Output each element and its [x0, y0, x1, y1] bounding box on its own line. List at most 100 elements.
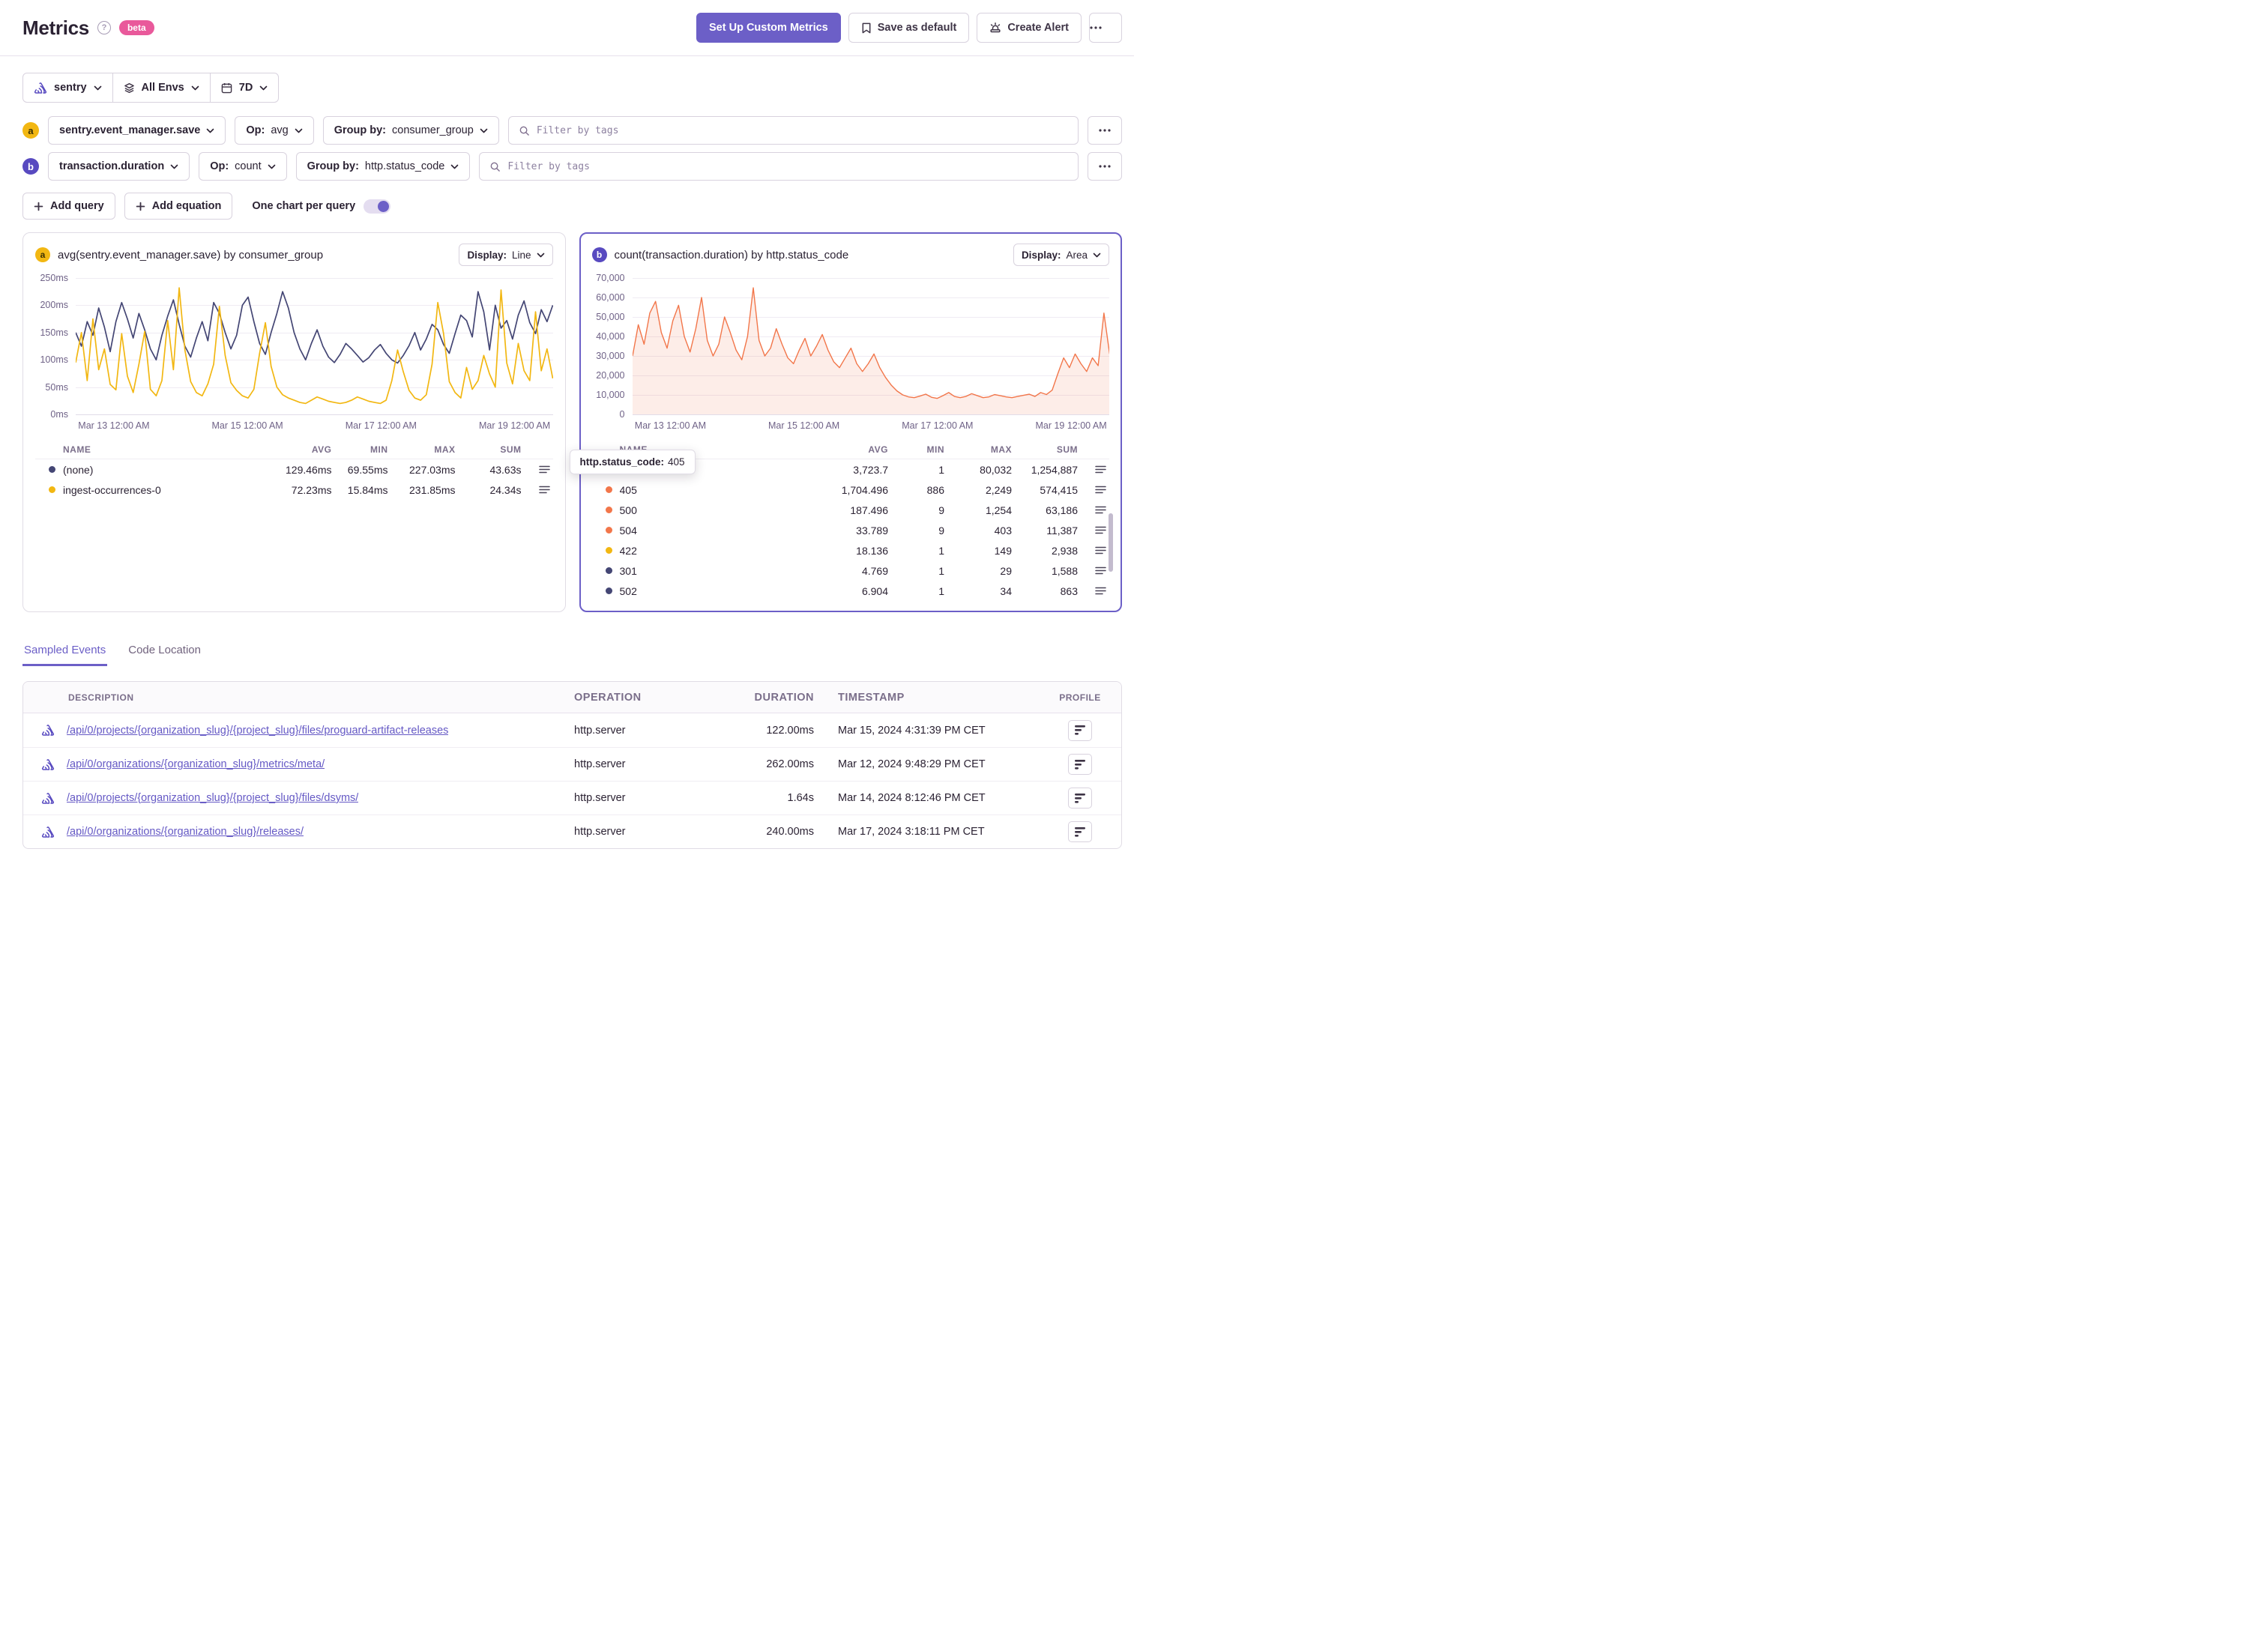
operation-select[interactable]: Op: count	[199, 152, 287, 181]
event-timestamp: Mar 17, 2024 3:18:11 PM CET	[838, 826, 985, 838]
row-menu-button[interactable]	[522, 486, 553, 494]
op-value: avg	[271, 124, 289, 136]
series-avg: 18.136	[856, 544, 888, 557]
metric-name: sentry.event_manager.save	[59, 124, 201, 136]
environment-filter-label: All Envs	[141, 82, 184, 94]
series-min: 1	[938, 584, 944, 597]
chevron-down-icon	[450, 164, 459, 169]
profile-button[interactable]	[1068, 788, 1092, 809]
profile-button[interactable]	[1068, 719, 1092, 741]
tag-filter-input[interactable]	[536, 124, 1068, 136]
operation-select[interactable]: Op: avg	[235, 116, 314, 145]
area-chart[interactable]	[632, 278, 1109, 415]
group-by-value: http.status_code	[364, 160, 445, 172]
series-avg: 6.904	[861, 584, 888, 597]
op-label: Op:	[246, 124, 265, 136]
summary-table-row[interactable]: (none) 129.46ms 69.55ms 227.03ms 43.63s	[35, 459, 553, 480]
scrollbar-thumb[interactable]	[1109, 513, 1113, 572]
beta-badge: beta	[118, 20, 154, 35]
row-menu-button[interactable]	[1078, 526, 1109, 534]
chart-title: avg(sentry.event_manager.save) by consum…	[58, 248, 324, 262]
summary-table-row[interactable]: ingest-occurrences-0 72.23ms 15.84ms 231.85…	[35, 480, 553, 500]
add-query-button[interactable]: Add query	[22, 193, 115, 220]
query-more-button[interactable]	[1088, 116, 1122, 145]
col-header-min: MIN	[926, 444, 944, 455]
create-alert-button[interactable]: Create Alert	[977, 13, 1082, 43]
event-description-link[interactable]: /api/0/organizations/{organization_slug}…	[67, 758, 325, 770]
one-chart-toggle[interactable]	[364, 199, 391, 214]
series-min: 9	[938, 504, 944, 516]
row-menu-button[interactable]	[522, 465, 553, 474]
display-type-select[interactable]: Display: Area	[1013, 244, 1109, 266]
series-min: 1	[938, 544, 944, 557]
save-as-default-button[interactable]: Save as default	[848, 13, 970, 43]
display-label: Display:	[467, 249, 507, 261]
y-axis-tick: 40,000	[596, 331, 625, 342]
col-header-name: NAME	[63, 444, 91, 455]
row-menu-button[interactable]	[1078, 566, 1109, 575]
x-axis-tick: Mar 13 12:00 AM	[634, 420, 707, 431]
summary-table-row[interactable]: 301 4.769 1 29 1,588	[592, 560, 1110, 581]
help-icon[interactable]: ?	[97, 21, 111, 34]
chevron-down-icon	[191, 85, 199, 91]
query-badge-b: b	[22, 158, 39, 175]
event-description-link[interactable]: /api/0/projects/{organization_slug}/{pro…	[67, 725, 448, 737]
y-axis-tick: 200ms	[40, 300, 68, 311]
header-more-button[interactable]	[1089, 13, 1122, 43]
create-alert-label: Create Alert	[1007, 22, 1069, 34]
setup-custom-metrics-button[interactable]: Set Up Custom Metrics	[696, 13, 841, 43]
summary-table-row[interactable]: 422 18.136 1 149 2,938	[592, 540, 1110, 560]
series-max: 80,032	[980, 463, 1012, 476]
series-avg: 187.496	[850, 504, 888, 516]
series-color-dot	[605, 567, 612, 574]
series-name-cell: 422	[592, 545, 806, 557]
group-by-select[interactable]: Group by: consumer_group	[322, 116, 499, 145]
tab-code-location[interactable]: Code Location	[127, 644, 202, 666]
col-header-operation: OPERATION	[574, 691, 642, 704]
profile-button[interactable]	[1068, 821, 1092, 842]
row-menu-button[interactable]	[1078, 506, 1109, 514]
sampled-events-table: DESCRIPTION OPERATION DURATION TIMESTAMP…	[22, 681, 1122, 849]
metric-select[interactable]: sentry.event_manager.save	[48, 116, 226, 145]
summary-table: NAME AVG MIN MAX SUM (none) 129.46ms 69.55…	[35, 440, 553, 500]
event-duration: 262.00ms	[766, 758, 814, 770]
event-description-link[interactable]: /api/0/organizations/{organization_slug}…	[67, 826, 304, 838]
metric-select[interactable]: transaction.duration	[48, 152, 190, 181]
add-equation-button[interactable]: Add equation	[124, 193, 233, 220]
sentry-project-icon	[41, 826, 55, 838]
row-menu-button[interactable]	[1078, 486, 1109, 494]
group-by-select[interactable]: Group by: http.status_code	[295, 152, 471, 181]
project-filter[interactable]: sentry	[23, 73, 112, 102]
series-avg: 72.23ms	[291, 483, 332, 496]
series-color-dot	[605, 527, 612, 534]
line-chart[interactable]	[76, 278, 553, 415]
profile-button[interactable]	[1068, 754, 1092, 775]
tab-sampled-events[interactable]: Sampled Events	[22, 644, 108, 666]
col-header-profile: PROFILE	[1059, 692, 1101, 703]
y-axis-tick: 100ms	[40, 354, 68, 366]
col-header-sum: SUM	[500, 444, 522, 455]
series-sum: 24.34s	[489, 483, 522, 496]
environment-filter[interactable]: All Envs	[112, 73, 210, 102]
x-axis-tick: Mar 15 12:00 AM	[768, 420, 840, 431]
event-description-link[interactable]: /api/0/projects/{organization_slug}/{pro…	[67, 792, 358, 804]
series-name: 422	[619, 544, 637, 557]
summary-table-row[interactable]: 502 6.904 1 34 863	[592, 581, 1110, 601]
date-range-filter[interactable]: 7D	[209, 73, 279, 102]
row-menu-button[interactable]	[1078, 546, 1109, 554]
tag-filter-input[interactable]	[507, 160, 1068, 172]
summary-table-row[interactable]: 500 187.496 9 1,254 63,186	[592, 500, 1110, 520]
query-more-button[interactable]	[1088, 152, 1122, 181]
series-color-dot	[49, 486, 55, 493]
summary-table-row[interactable]: 504 33.789 9 403 11,387	[592, 520, 1110, 540]
event-row: /api/0/projects/{organization_slug}/{pro…	[23, 713, 1121, 747]
chart-panel-a[interactable]: a avg(sentry.event_manager.save) by cons…	[22, 232, 566, 612]
row-menu-button[interactable]	[1078, 465, 1109, 474]
series-name-cell: ingest-occurrences-0	[35, 484, 250, 496]
summary-table-row[interactable]: 405 1,704.496 886 2,249 574,415	[592, 480, 1110, 500]
series-sum: 863	[1060, 584, 1078, 597]
chart-panel-b[interactable]: b count(transaction.duration) by http.st…	[569, 232, 1122, 612]
display-type-select[interactable]: Display: Line	[459, 244, 553, 266]
row-menu-button[interactable]	[1078, 587, 1109, 595]
series-avg: 129.46ms	[286, 463, 332, 476]
